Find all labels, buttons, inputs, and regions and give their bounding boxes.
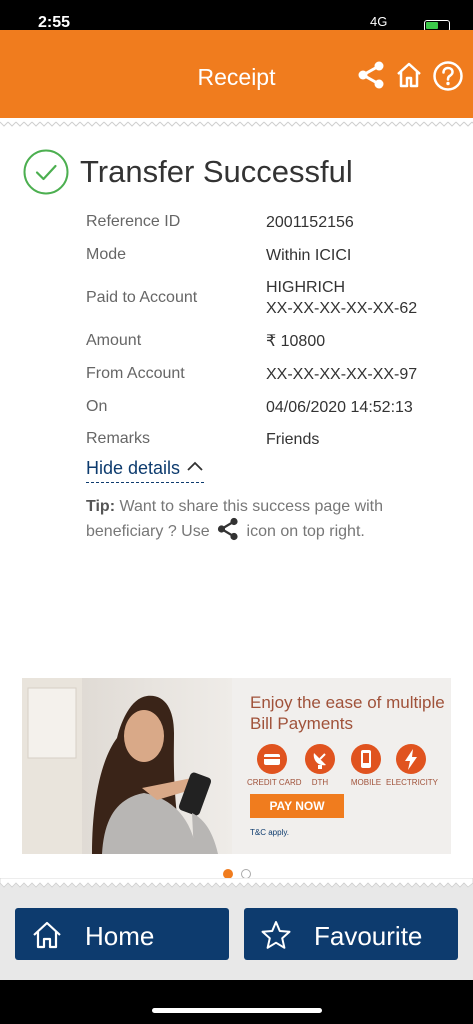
- share-tip: Tip: Want to share this success page wit…: [86, 496, 416, 547]
- transfer-status-title: Transfer Successful: [80, 154, 353, 189]
- home-button[interactable]: Home: [15, 908, 229, 960]
- banner-category-label: CREDIT CARD: [247, 778, 302, 787]
- share-icon[interactable]: [356, 60, 386, 95]
- detail-value: HIGHRICH: [266, 279, 346, 296]
- home-indicator-area: [0, 980, 473, 1024]
- detail-value-account: XX-XX-XX-XX-XX-62: [266, 300, 418, 317]
- home-button-label: Home: [85, 921, 155, 951]
- network-indicator: 4G: [370, 14, 388, 29]
- zigzag-edge-top: [0, 118, 473, 130]
- detail-value: 2001152156: [266, 214, 354, 231]
- banner-terms: T&C apply.: [250, 828, 289, 837]
- lightning-bolt-icon: [396, 744, 426, 774]
- favourite-button-label: Favourite: [314, 921, 423, 951]
- share-icon: [216, 517, 240, 547]
- banner-category-electricity: ELECTRICITY: [386, 744, 439, 787]
- detail-value: XX-XX-XX-XX-XX-97: [266, 366, 418, 383]
- zigzag-edge-bottom: [0, 878, 473, 890]
- banner-category-label: MOBILE: [350, 778, 382, 787]
- chevron-up-icon: [186, 456, 204, 477]
- receipt-card: Transfer Successful Reference ID 2001152…: [0, 118, 473, 890]
- favourite-button[interactable]: Favourite: [244, 908, 458, 960]
- detail-label: Paid to Account: [86, 289, 198, 306]
- hide-details-label: Hide details: [86, 458, 181, 478]
- banner-category-label: ELECTRICITY: [386, 778, 439, 787]
- banner-category-label: DTH: [311, 778, 329, 787]
- banner-category-mobile: MOBILE: [341, 744, 391, 787]
- check-circle-icon: [23, 149, 69, 195]
- banner-category-dth: DTH: [295, 744, 345, 787]
- detail-label: Reference ID: [86, 213, 181, 230]
- satellite-dish-icon: [305, 744, 335, 774]
- status-bar: 2:55 4G: [0, 0, 473, 32]
- hide-details-link[interactable]: Hide details: [86, 456, 205, 483]
- detail-value: ₹ 10800: [266, 333, 326, 350]
- mobile-phone-icon: [351, 744, 381, 774]
- detail-label: Amount: [86, 332, 142, 349]
- home-icon[interactable]: [395, 60, 423, 95]
- detail-label: Mode: [86, 246, 127, 263]
- app-header: Receipt: [0, 30, 473, 118]
- banner-photo: [22, 678, 232, 854]
- detail-value: 04/06/2020 14:52:13: [266, 399, 413, 416]
- bottom-action-bar: Home Favourite: [0, 890, 473, 980]
- tip-text-end: icon on top right.: [246, 523, 365, 540]
- banner-category-credit-card: CREDIT CARD: [247, 744, 302, 787]
- banner-headline: Enjoy the ease of multiple Bill Payments: [250, 693, 445, 733]
- bill-payments-banner[interactable]: Enjoy the ease of multiple Bill Payments…: [22, 678, 451, 854]
- detail-label: On: [86, 398, 108, 415]
- detail-value: Friends: [266, 431, 320, 448]
- detail-value: Within ICICI: [266, 247, 352, 264]
- home-indicator[interactable]: [152, 1008, 322, 1013]
- home-icon: [31, 920, 63, 955]
- help-icon[interactable]: [432, 60, 464, 97]
- pay-now-button[interactable]: PAY NOW: [250, 794, 344, 818]
- detail-label: Remarks: [86, 430, 151, 447]
- credit-card-icon: [257, 744, 287, 774]
- detail-label: From Account: [86, 365, 185, 382]
- star-icon: [260, 920, 292, 955]
- tip-label: Tip:: [86, 498, 116, 515]
